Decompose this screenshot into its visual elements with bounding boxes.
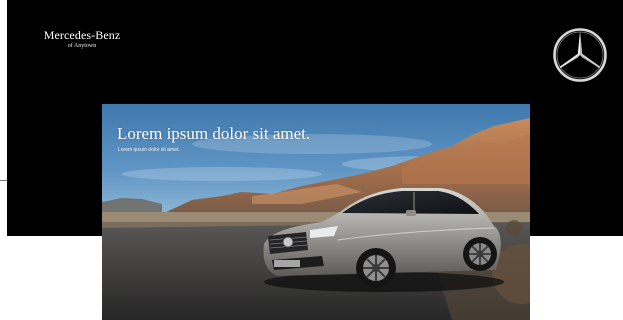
hero-subline: Lorem ipsum dolor sit amet.: [118, 147, 180, 153]
hero-image[interactable]: Lorem ipsum dolor sit amet. Lorem ipsum …: [102, 104, 530, 320]
brand-location: of Anytown: [67, 43, 97, 49]
brand-name: Mercedes-Benz: [43, 28, 121, 42]
three-pointed-star-icon[interactable]: [552, 27, 608, 83]
hero-headline: Lorem ipsum dolor sit amet.: [117, 124, 311, 143]
brand-wordmark[interactable]: Mercedes-Benz of Anytown: [37, 29, 127, 51]
page: Mercedes-Benz of Anytown Lorem ipsum dol…: [0, 0, 623, 320]
